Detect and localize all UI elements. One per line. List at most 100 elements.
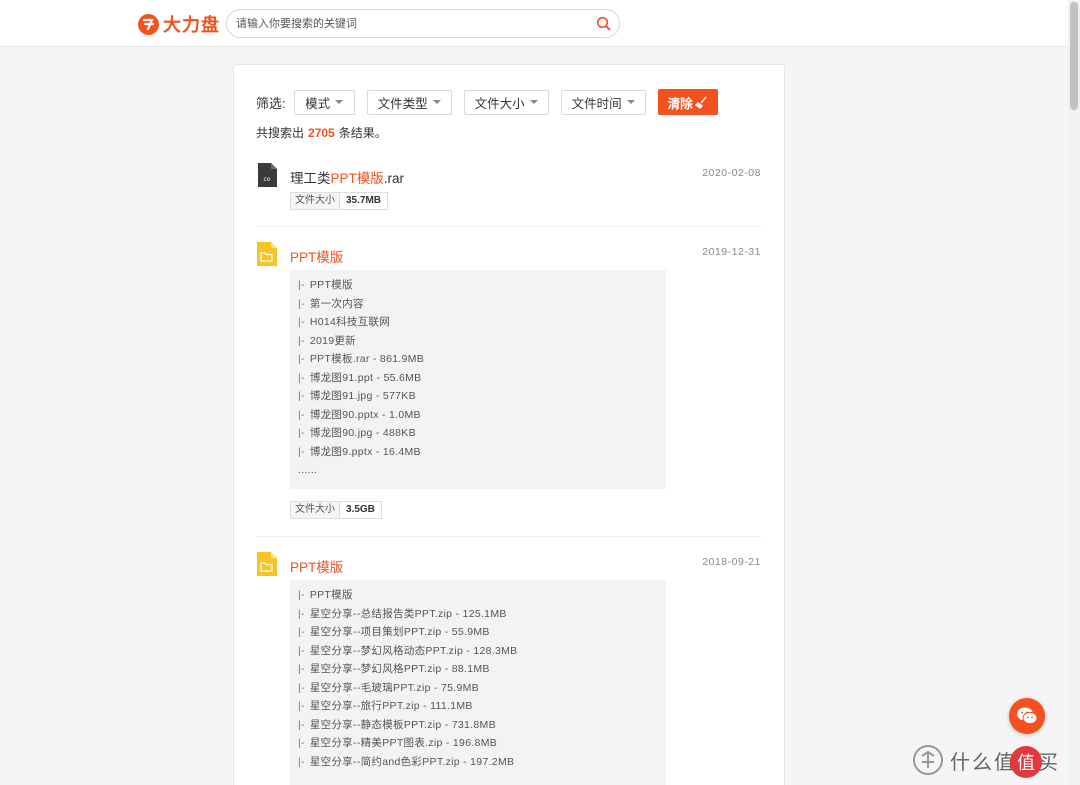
file-name: 星空分享--梦幻风格PPT.zip - 88.1MB <box>309 663 490 675</box>
file-name: 星空分享--精美PPT图表.zip - 196.8MB <box>309 737 498 749</box>
result-count: 共搜索出 2705 条结果。 <box>256 124 387 141</box>
rar-file-icon: co <box>256 163 278 187</box>
tree-prefix: |- <box>298 663 305 675</box>
result-item: co 理工类PPT模版.rar 2020-02-08 文件大小 35.7MB <box>256 163 761 213</box>
file-name: 博龙图90.jpg - 488KB <box>309 427 416 439</box>
filter-label: 筛选: <box>256 95 286 111</box>
page-scrollbar[interactable] <box>1068 0 1080 785</box>
file-list-item: |- 博龙图91.jpg - 577KB <box>298 387 666 406</box>
chevron-down-icon <box>626 100 635 104</box>
file-name: 星空分享--梦幻风格动态PPT.zip - 128.3MB <box>309 644 518 657</box>
filter-filetype-dropdown[interactable]: 文件类型 <box>366 89 452 115</box>
result-count-prefix: 共搜索出 <box>256 126 305 140</box>
chevron-down-icon <box>432 100 441 104</box>
file-name: PPT模板.rar - 861.9MB <box>309 353 425 365</box>
file-name: PPT模版 <box>309 589 353 601</box>
search-box <box>226 9 620 38</box>
search-icon[interactable] <box>596 16 611 31</box>
file-name: 星空分享--静态模板PPT.zip - 731.8MB <box>309 718 496 731</box>
file-list-item: |- PPT模版 <box>298 586 666 605</box>
watermark-logo-icon <box>913 745 943 775</box>
file-list-more: ...... <box>298 464 318 476</box>
file-name: 博龙图9.pptx - 16.4MB <box>309 445 421 458</box>
folder-icon <box>256 552 278 576</box>
file-list-item: |- PPT模版 <box>298 276 666 295</box>
file-name: 2019更新 <box>309 334 356 347</box>
file-list-item: |- 星空分享--梦幻风格PPT.zip - 88.1MB <box>298 660 666 679</box>
file-list-item: |- 2019更新 <box>298 332 666 351</box>
file-list-item: |- 博龙图9.pptx - 16.4MB <box>298 443 666 462</box>
result-item: PPT模版 2019-12-31 |- PPT模版 |- 第一次内容 |- H014科… <box>256 242 761 522</box>
filter-mode-label: 模式 <box>305 96 331 111</box>
file-list-item: |- 星空分享--梦幻风格动态PPT.zip - 128.3MB <box>298 642 666 661</box>
tree-prefix: |- <box>298 279 305 291</box>
size-tag-value: 35.7MB <box>346 195 382 206</box>
search-input[interactable] <box>227 10 587 37</box>
size-tag: 文件大小 35.7MB <box>290 192 389 210</box>
tree-prefix: |- <box>298 755 305 768</box>
tree-prefix: |- <box>298 316 305 328</box>
tree-prefix: |- <box>298 737 305 749</box>
result-date: 2018-09-21 <box>702 556 761 568</box>
tree-prefix: |- <box>298 297 305 310</box>
file-list-item: |- 星空分享--旅行PPT.zip - 111.1MB <box>298 697 666 716</box>
folder-icon <box>256 242 278 266</box>
tree-prefix: |- <box>298 427 305 439</box>
tree-prefix: |- <box>298 700 305 712</box>
file-name: 博龙图91.ppt - 55.6MB <box>309 371 422 384</box>
tree-prefix: |- <box>298 445 305 458</box>
tree-prefix: |- <box>298 644 305 657</box>
watermark: 什么值得买 值 <box>912 743 1060 778</box>
svg-text:co: co <box>264 176 271 183</box>
file-list-item: |- 星空分享--项目策划PPT.zip - 55.9MB <box>298 623 666 642</box>
file-list-item: |- H014科技互联网 <box>298 313 666 332</box>
size-tag-label: 文件大小 <box>291 193 340 209</box>
result-title-link[interactable]: PPT模版 <box>290 246 343 266</box>
tree-prefix: |- <box>298 607 305 620</box>
file-name: 星空分享--旅行PPT.zip - 111.1MB <box>309 700 473 712</box>
result-date: 2019-12-31 <box>702 246 761 258</box>
filter-filesize-dropdown[interactable]: 文件大小 <box>463 89 549 115</box>
scrollbar-thumb[interactable] <box>1070 2 1078 110</box>
broom-icon <box>694 96 707 109</box>
file-list-item: |- PPT模板.rar - 861.9MB <box>298 350 666 369</box>
tree-prefix: |- <box>298 408 305 421</box>
wechat-float-button[interactable] <box>1009 698 1045 734</box>
file-name: 星空分享--毛玻璃PPT.zip - 75.9MB <box>309 681 479 694</box>
result-title-link[interactable]: 理工类PPT模版.rar <box>290 167 404 187</box>
file-list-item: |- 星空分享--简约and色彩PPT.zip - 197.2MB <box>298 753 666 772</box>
filter-mode-dropdown[interactable]: 模式 <box>293 89 355 115</box>
filter-filetime-dropdown[interactable]: 文件时间 <box>560 89 646 115</box>
result-title-link[interactable]: PPT模版 <box>290 556 343 576</box>
logo-text: 大力盘 <box>163 15 220 35</box>
filter-filetime-label: 文件时间 <box>571 96 622 111</box>
file-list-item: |- 博龙图90.jpg - 488KB <box>298 424 666 443</box>
site-logo[interactable]: 大力盘 <box>138 12 220 36</box>
title-part: 理工类 <box>290 171 331 186</box>
tree-prefix: |- <box>298 718 305 731</box>
file-list-item: |- 星空分享--静态模板PPT.zip - 731.8MB <box>298 716 666 735</box>
clear-filters-button[interactable]: 清除 <box>657 89 718 115</box>
result-count-number: 2705 <box>308 126 335 140</box>
file-name: 星空分享--简约and色彩PPT.zip - 197.2MB <box>309 755 515 768</box>
divider <box>256 536 761 537</box>
file-list-item: |- 星空分享--精美PPT图表.zip - 196.8MB <box>298 734 666 753</box>
result-date: 2020-02-08 <box>702 167 761 179</box>
top-bar: 大力盘 <box>0 0 1068 47</box>
clear-label: 清除 <box>667 96 693 111</box>
title-highlight: PPT模版 <box>330 171 384 186</box>
file-name: PPT模版 <box>309 279 353 291</box>
title-part: .rar <box>383 171 405 186</box>
file-list: |- PPT模版 |- 第一次内容 |- H014科技互联网 |- 2019更新 |- P… <box>290 270 666 489</box>
file-name: 博龙图91.jpg - 577KB <box>309 390 416 402</box>
result-count-suffix: 条结果。 <box>338 126 387 140</box>
tree-prefix: |- <box>298 353 305 365</box>
file-name: 星空分享--项目策划PPT.zip - 55.9MB <box>309 626 490 638</box>
size-tag-value: 3.5GB <box>346 504 375 515</box>
watermark-badge-icon: 值 <box>1010 746 1042 778</box>
chevron-down-icon <box>335 100 344 104</box>
file-name: 第一次内容 <box>309 297 364 310</box>
file-name: 星空分享--总结报告类PPT.zip - 125.1MB <box>309 607 507 620</box>
file-list: |- PPT模版 |- 星空分享--总结报告类PPT.zip - 125.1MB |… <box>290 580 666 785</box>
tree-prefix: |- <box>298 334 305 347</box>
